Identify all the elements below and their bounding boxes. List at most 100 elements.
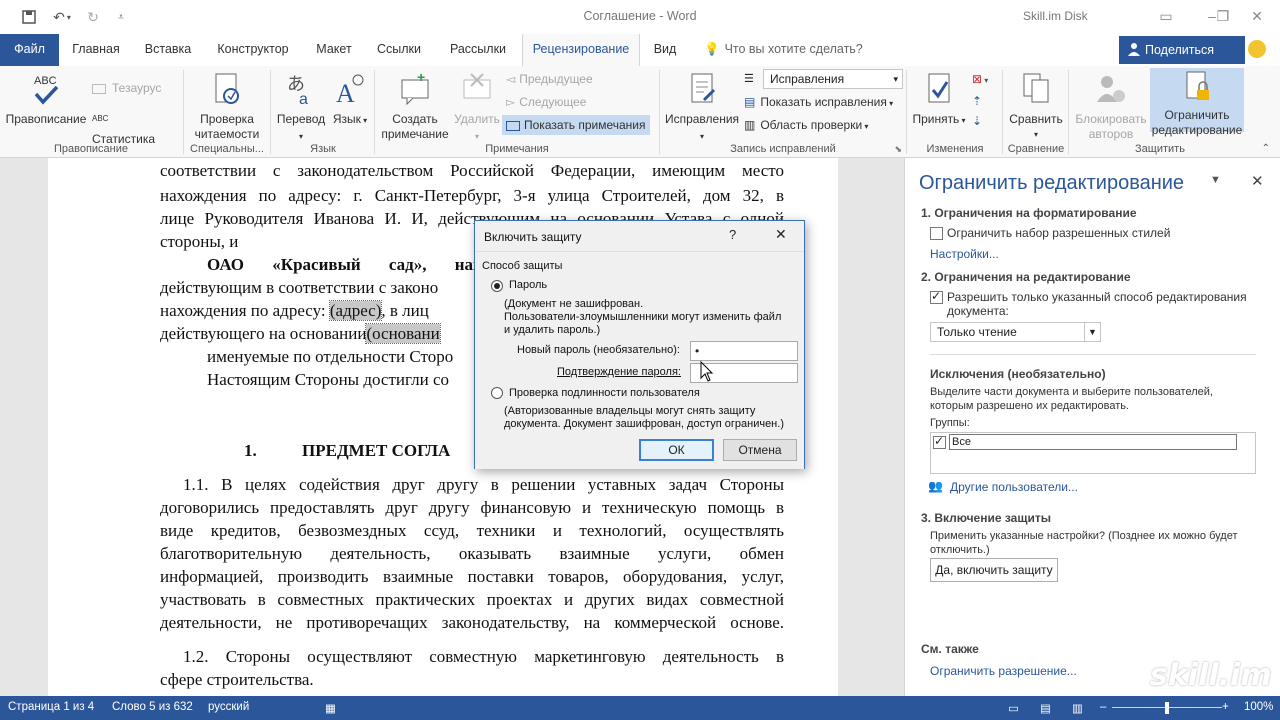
- tab-insert[interactable]: Вставка: [138, 34, 198, 66]
- previous-change-icon[interactable]: ⇡: [972, 94, 982, 108]
- pane-options-chevron-icon[interactable]: ▼: [1210, 174, 1221, 186]
- ribbon-separator: [906, 70, 907, 154]
- allow-editing-type-checkbox[interactable]: [930, 289, 943, 304]
- compare-button[interactable]: Сравнить ▾: [1006, 70, 1066, 142]
- doc-text: , в лиц: [381, 301, 429, 320]
- reject-icon[interactable]: ⊠ ▾: [972, 72, 988, 86]
- ok-button[interactable]: ОК: [639, 439, 714, 461]
- spelling-label: Правописание: [5, 112, 87, 126]
- pane-close-icon[interactable]: ✕: [1251, 172, 1264, 190]
- group-protect: Блокировать авторов Ограничить редактиро…: [1070, 66, 1250, 158]
- doc-line: стороны, и: [160, 232, 239, 251]
- help-icon[interactable]: ?: [729, 227, 736, 242]
- readability-button[interactable]: Проверка читаемости: [186, 70, 268, 142]
- tab-view[interactable]: Вид: [645, 34, 685, 66]
- restrict-permission-link[interactable]: Ограничить разрешение...: [930, 664, 1077, 678]
- address-placeholder-field[interactable]: (адрес): [328, 300, 383, 321]
- protection-desc-1: Применить указанные настройки? (Позднее …: [930, 530, 1238, 542]
- account-name[interactable]: Skill.im Disk: [1023, 9, 1088, 23]
- group-compare: Сравнить ▾ Сравнение: [1004, 66, 1068, 158]
- zoom-out-icon[interactable]: –: [1100, 701, 1106, 713]
- word-counter[interactable]: Слово 5 из 632: [112, 701, 193, 713]
- previous-comment-icon: ◅: [506, 72, 516, 86]
- group-proofing: ABC Правописание Тезаурус ABC Статистика …: [0, 66, 182, 158]
- tab-home[interactable]: Главная: [64, 34, 128, 66]
- close-window-icon[interactable]: ✕: [1234, 0, 1280, 32]
- tab-file[interactable]: Файл: [0, 34, 59, 66]
- maximize-icon[interactable]: ❐: [1211, 0, 1235, 32]
- basis-placeholder-field[interactable]: (основани: [365, 323, 441, 344]
- dialog-close-icon[interactable]: ✕: [775, 226, 787, 243]
- cancel-button[interactable]: Отмена: [723, 439, 797, 461]
- password-radio[interactable]: [491, 280, 503, 292]
- ribbon-display-icon[interactable]: ▭: [1143, 0, 1189, 32]
- show-comments-button[interactable]: Показать примечания: [502, 115, 650, 135]
- dialog-launcher-icon[interactable]: ⬊: [894, 144, 902, 155]
- markup-select[interactable]: Исправления ▾: [763, 69, 903, 89]
- tell-me-search[interactable]: 💡 Что вы хотите сделать?: [704, 34, 863, 66]
- allow-editing-label-1: Разрешить только указанный способ редакт…: [947, 290, 1247, 304]
- page-counter[interactable]: Страница 1 из 4: [8, 701, 94, 713]
- tab-design[interactable]: Конструктор: [208, 34, 298, 66]
- limit-styles-checkbox[interactable]: [930, 227, 943, 240]
- doc-line: действующим в соответствии с законо: [160, 278, 439, 297]
- web-layout-icon[interactable]: ▥: [1072, 701, 1083, 715]
- language-status[interactable]: русский: [208, 701, 249, 713]
- doc-line: виде кредитов, безвозмездных ссуд, техни…: [160, 521, 784, 540]
- new-comment-button[interactable]: + Создать примечание: [378, 70, 452, 142]
- password-desc-1: (Документ не зашифрован.: [504, 298, 644, 310]
- group-special: Проверка читаемости Специальны...: [184, 66, 270, 158]
- user-authentication-radio[interactable]: [491, 387, 503, 399]
- collapse-ribbon-icon[interactable]: ⌃: [1262, 143, 1270, 154]
- markup-icon: ☰: [744, 73, 754, 85]
- window-title: Соглашение - Word: [583, 9, 697, 23]
- groups-list[interactable]: Все: [930, 432, 1256, 474]
- confirm-password-label: Подтверждение пароля:: [557, 366, 681, 378]
- feedback-smiley-icon[interactable]: [1248, 40, 1266, 58]
- status-bar: Страница 1 из 4 Слово 5 из 632 русский ▦…: [0, 696, 1280, 720]
- share-button[interactable]: Поделиться: [1119, 36, 1245, 64]
- tab-review[interactable]: Рецензирование: [522, 34, 640, 66]
- print-layout-icon[interactable]: ▤: [1040, 701, 1051, 715]
- tab-mailings[interactable]: Рассылки: [438, 34, 518, 66]
- macro-record-icon[interactable]: ▦: [325, 701, 336, 715]
- spelling-button[interactable]: ABC Правописание: [4, 70, 88, 127]
- review-pane-button[interactable]: ▥ Область проверки ▾: [744, 115, 868, 135]
- show-comments-icon: [506, 120, 520, 131]
- group-everyone-item[interactable]: Все: [949, 434, 1237, 450]
- group-everyone-checkbox[interactable]: [933, 434, 946, 449]
- translate-button[interactable]: あa Перевод ▾: [274, 70, 328, 144]
- zoom-slider-thumb[interactable]: [1165, 702, 1169, 714]
- read-mode-icon[interactable]: ▭: [1008, 701, 1019, 715]
- tab-layout[interactable]: Макет: [308, 34, 360, 66]
- start-enforcing-button[interactable]: Да, включить защиту: [930, 558, 1058, 582]
- group-comments-label: Примечания: [485, 143, 549, 155]
- doc-line: именуемые по отдельности Сторо: [207, 347, 454, 366]
- zoom-level[interactable]: 100%: [1244, 701, 1273, 713]
- language-button[interactable]: A Язык ▾: [328, 70, 372, 128]
- doc-line: 1.2. Стороны осуществляют совместную мар…: [183, 647, 784, 666]
- markup-select-value: Исправления: [770, 72, 845, 86]
- thesaurus-icon: [92, 83, 106, 94]
- new-password-input[interactable]: •: [690, 341, 798, 361]
- group-proofing-label: Правописание: [53, 143, 129, 155]
- show-markup-button[interactable]: ▤ Показать исправления ▾: [744, 92, 893, 112]
- statistics-button[interactable]: ABC Статистика: [92, 108, 155, 146]
- accept-button[interactable]: Принять ▾: [910, 70, 968, 128]
- password-option-label: Пароль: [509, 279, 548, 291]
- doc-line: сфере строительства.: [160, 670, 314, 689]
- person-icon: [1128, 43, 1140, 56]
- compare-label: Сравнить: [1009, 112, 1063, 126]
- zoom-in-icon[interactable]: +: [1222, 701, 1229, 713]
- tab-references[interactable]: Ссылки: [370, 34, 428, 66]
- editing-type-select[interactable]: Только чтение ▼: [930, 322, 1101, 342]
- pane-divider: [930, 354, 1256, 355]
- restrict-editing-button[interactable]: Ограничить редактирование: [1150, 68, 1244, 137]
- other-users-link[interactable]: Другие пользователи...: [950, 480, 1078, 494]
- auth-desc-1: (Авторизованные владельцы могут снять за…: [504, 405, 756, 417]
- track-changes-button[interactable]: Исправления ▾: [662, 70, 742, 144]
- next-change-icon[interactable]: ⇣: [972, 114, 982, 128]
- formatting-settings-link[interactable]: Настройки...: [930, 247, 999, 261]
- groups-label: Группы:: [930, 417, 970, 429]
- readability-icon: [186, 70, 268, 110]
